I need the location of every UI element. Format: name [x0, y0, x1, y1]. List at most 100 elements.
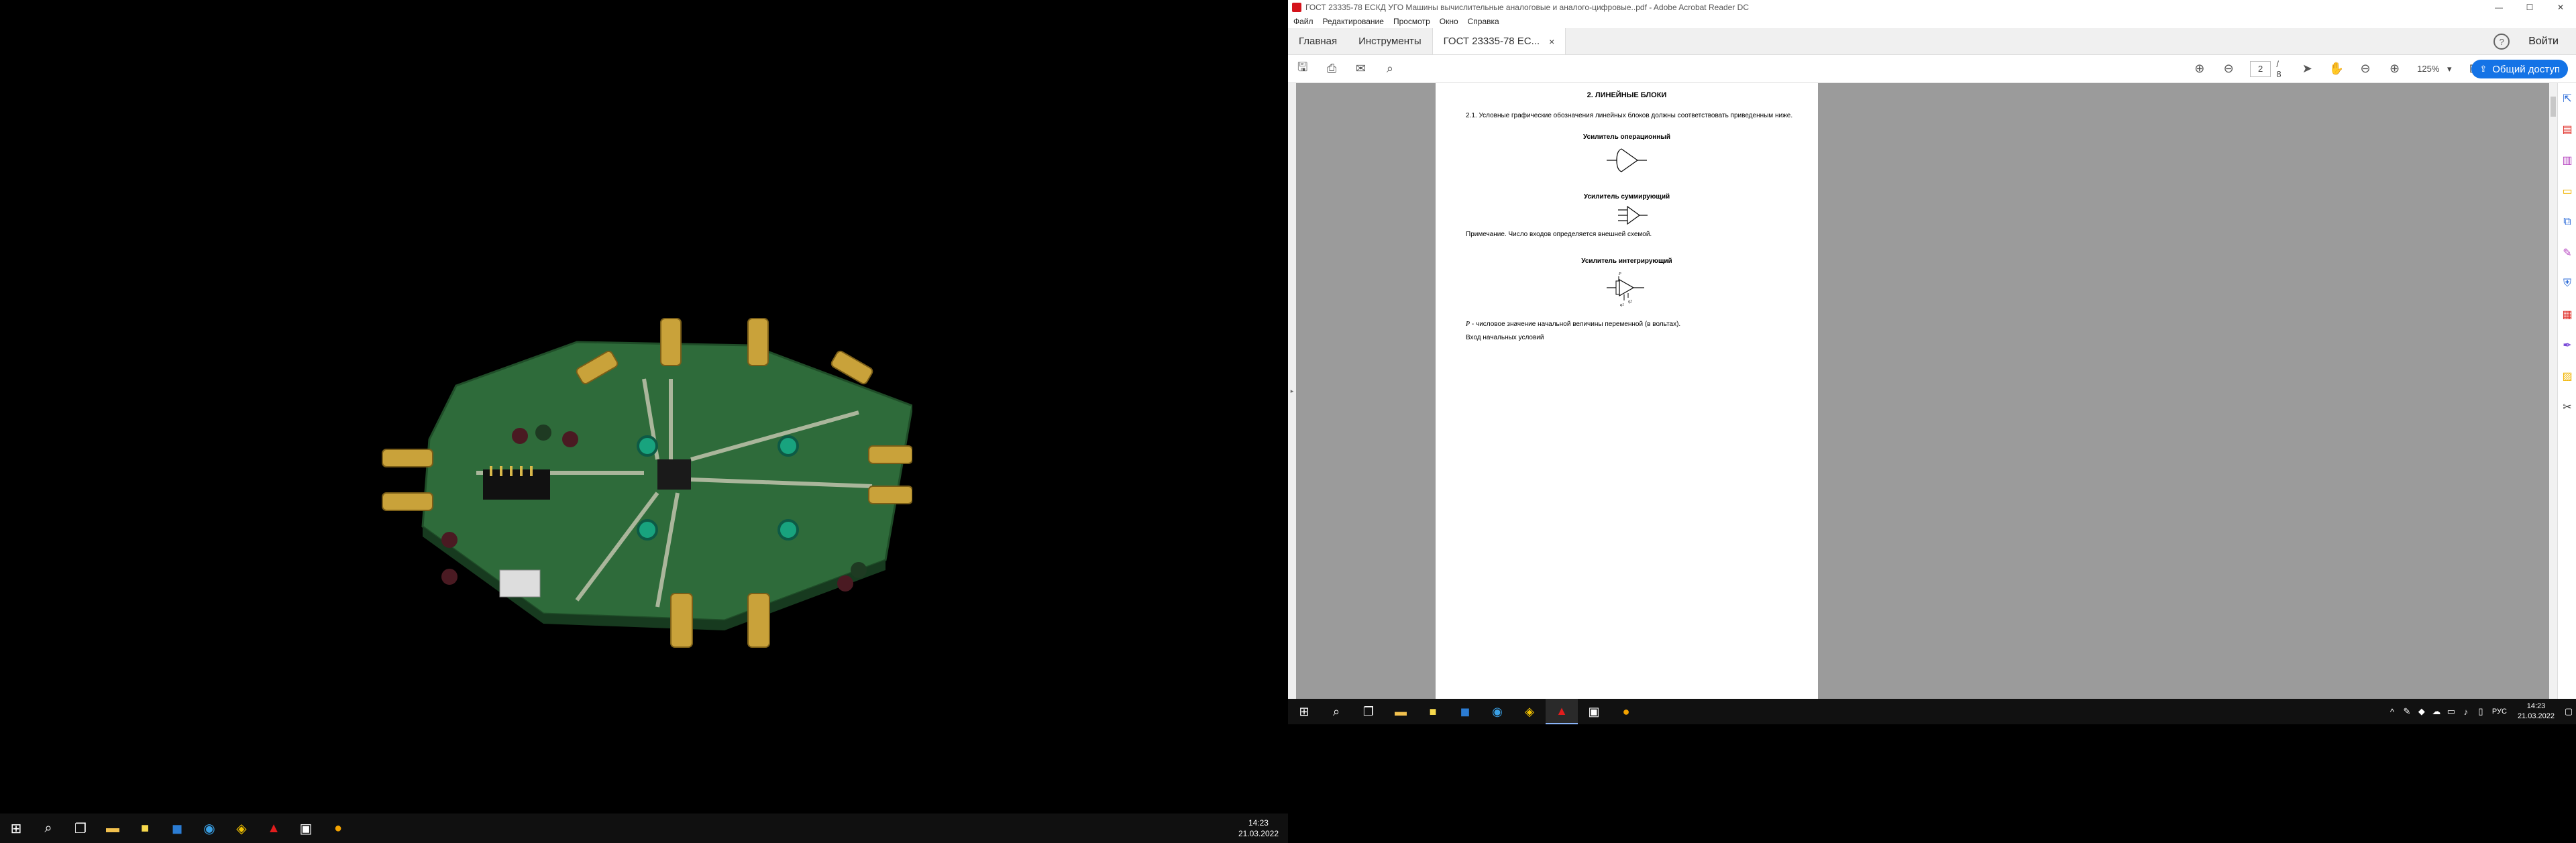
compress-icon[interactable]: ▦ — [2558, 299, 2576, 330]
task-view-icon[interactable]: ❐ — [64, 813, 97, 843]
sign-icon[interactable]: ✒ — [2558, 330, 2576, 361]
tab-document-label: ГОСТ 23335-78 ЕС... — [1443, 36, 1540, 47]
menu-bar: Файл Редактирование Просмотр Окно Справк… — [1288, 15, 2576, 28]
p-symbol: P — [1466, 321, 1470, 328]
menu-file[interactable]: Файл — [1293, 17, 1313, 26]
heading-integrating: Усилитель интегрирующий — [1581, 258, 1672, 265]
page-down-icon[interactable]: ⊖ — [2214, 55, 2243, 83]
cloud-icon[interactable]: ☁ — [2429, 706, 2444, 717]
search-icon[interactable]: ⌕ — [1375, 55, 1404, 83]
combine-icon[interactable]: ⧉ — [2558, 207, 2576, 237]
chevron-up-icon[interactable]: ^ — [2385, 707, 2400, 717]
help-icon[interactable]: ? — [2493, 34, 2510, 50]
mail-icon[interactable]: ✉ — [1346, 55, 1375, 83]
menu-help[interactable]: Справка — [1468, 17, 1499, 26]
chrome-like-icon[interactable]: ● — [1610, 699, 1642, 724]
below-right-blank — [1288, 724, 2576, 843]
left-clock-date: 21.03.2022 — [1238, 829, 1279, 838]
tray-app-icon[interactable]: ✎ — [2400, 706, 2414, 717]
app-icon[interactable]: ◈ — [1513, 699, 1546, 724]
chevron-down-icon: ▾ — [2447, 63, 2452, 74]
share-label: Общий доступ — [2492, 63, 2560, 75]
close-window-button[interactable]: ✕ — [2545, 0, 2576, 15]
toolbar: 🖫 ⎙ ✉ ⌕ ⊕ ⊖ 2 / 8 ➤ ✋ ⊖ ⊕ 125% ▾ ⊟ ⊤ ▭ ✎… — [1288, 55, 2576, 83]
symbol-label-q2: q2 — [1628, 300, 1632, 304]
tab-tools[interactable]: Инструменты — [1348, 28, 1432, 54]
zoom-in-icon[interactable]: ⊕ — [2380, 55, 2409, 83]
menu-view[interactable]: Просмотр — [1393, 17, 1430, 26]
share-button[interactable]: ⇪ Общий доступ — [2471, 60, 2568, 78]
network-icon[interactable]: ▭ — [2444, 706, 2459, 717]
search-icon[interactable]: ⌕ — [1320, 699, 1352, 724]
tab-close-icon[interactable]: × — [1549, 36, 1554, 47]
tab-document[interactable]: ГОСТ 23335-78 ЕС... × — [1432, 28, 1566, 54]
hand-icon[interactable]: ✋ — [2322, 55, 2351, 83]
document-viewport[interactable]: ▸ 2. ЛИНЕЙНЫЕ БЛОКИ 2.1. Условные графич… — [1288, 83, 2549, 699]
note-text: Примечание. Число входов определяется вн… — [1466, 231, 1652, 238]
tab-home[interactable]: Главная — [1288, 28, 1348, 54]
edge-icon[interactable]: ◉ — [1481, 699, 1513, 724]
usb-icon[interactable]: ▯ — [2473, 706, 2488, 717]
integrating-amp-symbol: P q1 q2 — [1607, 272, 1644, 307]
sticky-notes-icon[interactable]: ■ — [1417, 699, 1449, 724]
window-title: ГОСТ 23335-78 ЕСКД УГО Машины вычислител… — [1305, 3, 1749, 12]
symbol-label-q1: q1 — [1620, 303, 1624, 307]
page-total: / 8 — [2276, 58, 2282, 79]
photos-icon[interactable]: ▣ — [290, 813, 322, 843]
file-explorer-icon[interactable]: ▬ — [1385, 699, 1417, 724]
create-pdf-icon[interactable]: ▤ — [2558, 114, 2576, 145]
select-icon[interactable]: ➤ — [2293, 55, 2322, 83]
zoom-select[interactable]: 125% ▾ — [2414, 61, 2454, 77]
volume-icon[interactable]: ♪ — [2459, 707, 2473, 717]
more-tools-icon[interactable]: ✂ — [2558, 392, 2576, 423]
p-description: P - числовое значение начальной величины… — [1466, 321, 1680, 328]
chrome-like-icon[interactable]: ● — [322, 813, 354, 843]
left-panel-toggle[interactable]: ▸ — [1288, 83, 1296, 699]
sticky-notes-icon[interactable]: ■ — [129, 813, 161, 843]
page-number-input[interactable]: 2 — [2249, 60, 2271, 77]
zoom-value: 125% — [2417, 64, 2440, 74]
outlook-icon[interactable]: ◼ — [1449, 699, 1481, 724]
menu-window[interactable]: Окно — [1440, 17, 1458, 26]
page-up-icon[interactable]: ⊕ — [2185, 55, 2214, 83]
comment-tool-icon[interactable]: ▭ — [2558, 176, 2576, 207]
tray-app-icon-2[interactable]: ◆ — [2414, 706, 2429, 717]
fill-sign-icon[interactable]: ✎ — [2558, 237, 2576, 268]
send-icon[interactable]: ▨ — [2558, 361, 2576, 392]
save-icon[interactable]: 🖫 — [1288, 55, 1317, 83]
heading-summing: Усилитель суммирующий — [1583, 193, 1670, 201]
file-explorer-icon[interactable]: ▬ — [97, 813, 129, 843]
minimize-button[interactable]: — — [2483, 0, 2514, 15]
windows-start-icon[interactable]: ⊞ — [1288, 699, 1320, 724]
outlook-icon[interactable]: ◼ — [161, 813, 193, 843]
window-titlebar: ГОСТ 23335-78 ЕСКД УГО Машины вычислител… — [1288, 0, 2576, 15]
windows-start-icon[interactable]: ⊞ — [0, 813, 32, 843]
left-clock[interactable]: 14:23 21.03.2022 — [1238, 818, 1279, 839]
acrobat-icon[interactable]: ▲ — [1546, 699, 1578, 724]
task-view-icon[interactable]: ❐ — [1352, 699, 1385, 724]
left-monitor-desktop — [0, 0, 1288, 843]
zoom-out-icon[interactable]: ⊖ — [2351, 55, 2379, 83]
pdf-page: 2. ЛИНЕЙНЫЕ БЛОКИ 2.1. Условные графичес… — [1436, 83, 1818, 699]
protect-icon[interactable]: ⛨ — [2558, 268, 2576, 299]
acrobat-icon[interactable]: ▲ — [258, 813, 290, 843]
menu-edit[interactable]: Редактирование — [1323, 17, 1384, 26]
vertical-scrollbar[interactable] — [2549, 83, 2557, 699]
search-icon[interactable]: ⌕ — [32, 813, 64, 843]
language-indicator[interactable]: РУС — [2492, 708, 2507, 716]
notification-icon[interactable]: ▢ — [2561, 706, 2576, 717]
page-indicator: 2 / 8 — [2249, 58, 2286, 79]
print-icon[interactable]: ⎙ — [1317, 55, 1346, 83]
photos-icon[interactable]: ▣ — [1578, 699, 1610, 724]
section-title: 2. ЛИНЕЙНЫЕ БЛОКИ — [1587, 91, 1667, 99]
edge-icon[interactable]: ◉ — [193, 813, 225, 843]
maximize-button[interactable]: ☐ — [2514, 0, 2545, 15]
share-icon: ⇪ — [2479, 64, 2487, 74]
app-icon[interactable]: ◈ — [225, 813, 258, 843]
export-pdf-icon[interactable]: ⇱ — [2558, 83, 2576, 114]
signin-button[interactable]: Войти — [2528, 36, 2559, 48]
right-clock[interactable]: 14:23 21.03.2022 — [2518, 701, 2555, 722]
edit-pdf-icon[interactable]: ▥ — [2558, 145, 2576, 176]
scrollbar-thumb[interactable] — [2551, 97, 2556, 117]
heading-opamp: Усилитель операционный — [1582, 133, 1671, 141]
